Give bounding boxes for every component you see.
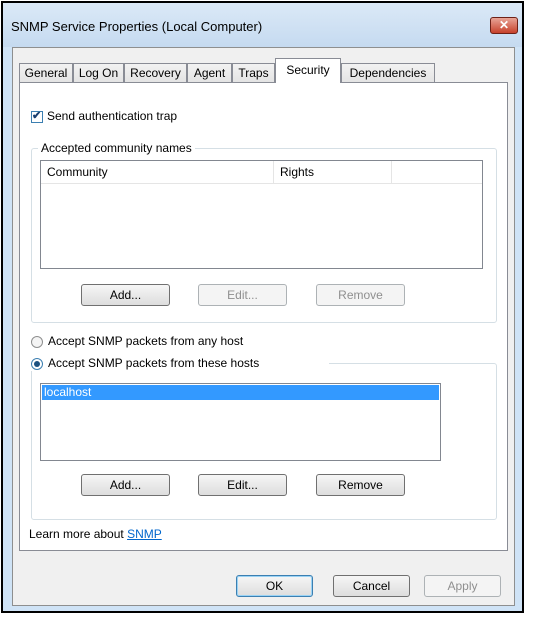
any-host-radio-label[interactable]: Accept SNMP packets from any host xyxy=(48,334,243,348)
tab-traps[interactable]: Traps xyxy=(232,63,275,83)
community-add-button[interactable]: Add... xyxy=(81,284,170,306)
hosts-list[interactable]: localhost xyxy=(40,383,441,461)
these-hosts-radio[interactable] xyxy=(31,358,43,370)
tab-log-on[interactable]: Log On xyxy=(73,63,124,83)
community-remove-button[interactable]: Remove xyxy=(316,284,405,306)
send-auth-trap-label[interactable]: Send authentication trap xyxy=(47,109,177,123)
window-title: SNMP Service Properties (Local Computer) xyxy=(11,19,263,34)
close-icon: ✕ xyxy=(498,18,510,32)
close-button[interactable]: ✕ xyxy=(490,17,518,34)
column-header-filler xyxy=(392,161,482,184)
apply-button[interactable]: Apply xyxy=(424,575,501,597)
tab-dependencies[interactable]: Dependencies xyxy=(341,63,435,83)
checkmark-icon: ✔ xyxy=(32,110,42,122)
tab-agent[interactable]: Agent xyxy=(187,63,232,83)
column-header-community[interactable]: Community xyxy=(41,161,274,184)
learn-more-prefix: Learn more about xyxy=(29,527,128,541)
tab-recovery[interactable]: Recovery xyxy=(124,63,187,83)
title-bar[interactable]: SNMP Service Properties (Local Computer)… xyxy=(3,3,522,47)
community-edit-button[interactable]: Edit... xyxy=(198,284,287,306)
security-tab-panel: ✔ Send authentication trap Accepted comm… xyxy=(19,82,508,551)
ok-button[interactable]: OK xyxy=(236,575,313,597)
list-item[interactable]: localhost xyxy=(42,385,439,400)
tab-security[interactable]: Security xyxy=(275,58,341,83)
community-list[interactable]: Community Rights xyxy=(40,160,483,269)
hosts-edit-button[interactable]: Edit... xyxy=(198,474,287,496)
send-auth-trap-checkbox[interactable]: ✔ xyxy=(31,110,43,123)
hosts-add-button[interactable]: Add... xyxy=(81,474,170,496)
community-group: Accepted community names Community Right… xyxy=(31,141,497,323)
column-header-rights[interactable]: Rights xyxy=(274,161,392,184)
learn-more-text: Learn more about SNMP xyxy=(29,527,162,541)
these-hosts-radio-label[interactable]: Accept SNMP packets from these hosts xyxy=(48,356,259,370)
hosts-remove-button[interactable]: Remove xyxy=(316,474,405,496)
dialog-window: SNMP Service Properties (Local Computer)… xyxy=(1,1,524,613)
radio-selected-dot xyxy=(34,361,40,367)
community-group-label: Accepted community names xyxy=(38,141,195,155)
snmp-help-link[interactable]: SNMP xyxy=(127,527,162,541)
tab-general[interactable]: General xyxy=(19,63,73,83)
any-host-radio[interactable] xyxy=(31,336,43,348)
cancel-button[interactable]: Cancel xyxy=(333,575,410,597)
hosts-group: localhost Add... Edit... Remove xyxy=(31,363,497,520)
dialog-client-area: General Log On Recovery Agent Traps Secu… xyxy=(12,47,515,606)
